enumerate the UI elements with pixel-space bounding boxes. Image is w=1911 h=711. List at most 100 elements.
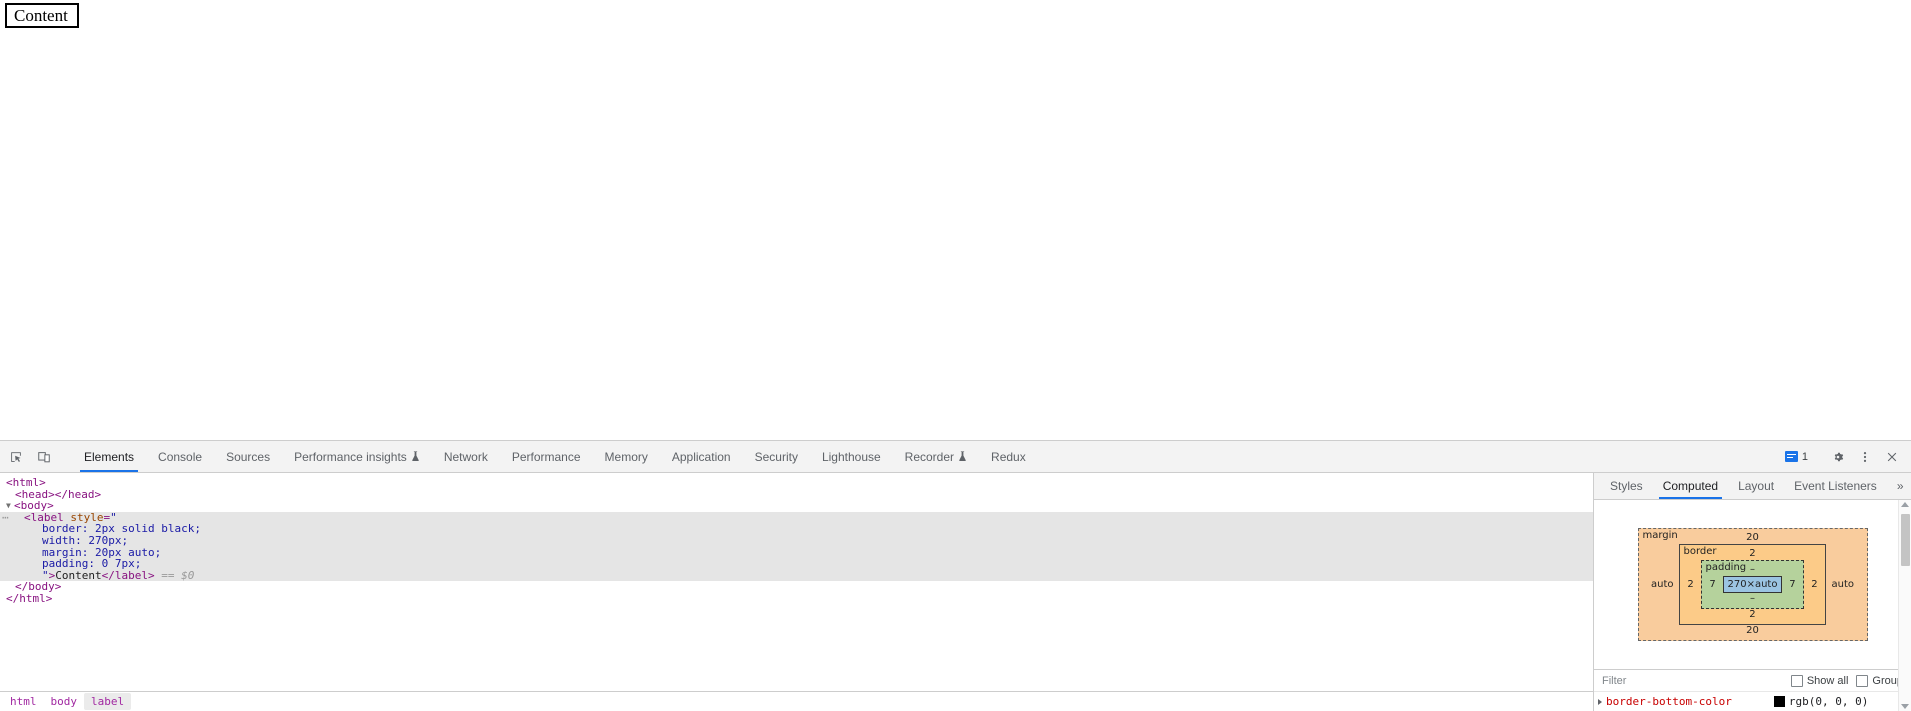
tab-security[interactable]: Security bbox=[743, 441, 810, 472]
breadcrumb-item-html[interactable]: html bbox=[3, 693, 44, 710]
computed-filter-bar: Show all Group bbox=[1594, 669, 1911, 691]
computed-property-list: border-bottom-color rgb(0, 0, 0) bbox=[1594, 691, 1911, 711]
tab-console[interactable]: Console bbox=[146, 441, 214, 472]
devtools-toolbar-right: 1 bbox=[1779, 441, 1911, 472]
sidebar-tab-event-listeners[interactable]: Event Listeners bbox=[1784, 473, 1887, 499]
tab-performance[interactable]: Performance bbox=[500, 441, 593, 472]
kebab-menu-icon[interactable] bbox=[1852, 444, 1878, 470]
computed-panel: margin 20 auto border 2 2 padding – 7 27… bbox=[1594, 500, 1911, 711]
tab-redux[interactable]: Redux bbox=[979, 441, 1038, 472]
devtools-window: Elements Console Sources Performance insigh… bbox=[0, 440, 1911, 711]
box-model-wrapper: margin 20 auto border 2 2 padding – 7 27… bbox=[1594, 500, 1911, 669]
sidebar-tab-layout[interactable]: Layout bbox=[1728, 473, 1784, 499]
tab-label: Security bbox=[754, 449, 798, 464]
tab-lighthouse[interactable]: Lighthouse bbox=[810, 441, 893, 472]
content-label[interactable]: Content bbox=[5, 3, 79, 28]
gear-icon[interactable] bbox=[1825, 444, 1851, 470]
dom-node-line[interactable]: ">Content</label> == $0 bbox=[0, 568, 1593, 582]
tab-sources[interactable]: Sources bbox=[214, 441, 282, 472]
box-model-border-label: border bbox=[1683, 546, 1717, 557]
tab-memory[interactable]: Memory bbox=[593, 441, 660, 472]
border-bottom-value[interactable]: 2 bbox=[1686, 609, 1820, 621]
dom-node-line[interactable]: margin: 20px auto; bbox=[0, 546, 1593, 559]
padding-right-value[interactable]: 7 bbox=[1787, 579, 1797, 590]
scrollbar-thumb[interactable] bbox=[1901, 514, 1910, 566]
dom-node-line[interactable]: ▼ <body> bbox=[0, 500, 1593, 512]
tab-label: Recorder bbox=[904, 449, 955, 464]
close-icon[interactable] bbox=[1879, 444, 1905, 470]
box-model-content-size[interactable]: 270×auto bbox=[1722, 576, 1783, 593]
property-name: border-bottom-color bbox=[1606, 695, 1732, 708]
inspect-cursor-icon[interactable] bbox=[3, 444, 29, 470]
box-model-margin-label: margin bbox=[1642, 530, 1678, 541]
padding-bottom-value[interactable]: – bbox=[1708, 593, 1798, 605]
tab-network[interactable]: Network bbox=[432, 441, 500, 472]
sidebar-tab-computed[interactable]: Computed bbox=[1653, 473, 1728, 499]
dom-tree[interactable]: <html> <head></head> ▼ <body> ⋯ <label style=… bbox=[0, 473, 1593, 691]
message-count-label: 1 bbox=[1801, 450, 1808, 463]
tab-recorder[interactable]: Recorder bbox=[893, 441, 979, 472]
property-value-text: rgb(0, 0, 0) bbox=[1788, 695, 1869, 708]
tab-label: Memory bbox=[604, 449, 648, 464]
devtools-body: <html> <head></head> ▼ <body> ⋯ <label style=… bbox=[0, 473, 1911, 711]
box-model-diagram[interactable]: margin 20 auto border 2 2 padding – 7 27… bbox=[1637, 528, 1868, 641]
devtools-tab-list: Elements Console Sources Performance insigh… bbox=[72, 441, 1779, 472]
breadcrumb-item-label[interactable]: label bbox=[84, 693, 132, 710]
dom-node-line[interactable]: <head></head> bbox=[0, 488, 1593, 501]
dom-node-line[interactable]: ⋯ <label style=" bbox=[0, 511, 1593, 524]
expand-triangle-icon[interactable] bbox=[1598, 698, 1602, 705]
message-icon bbox=[1784, 451, 1798, 462]
tab-label: Performance bbox=[511, 449, 581, 464]
dom-node-line[interactable]: border: 2px solid black; bbox=[0, 523, 1593, 535]
tab-label: Application bbox=[671, 449, 731, 464]
tab-label: Lighthouse bbox=[821, 449, 881, 464]
computed-property-row[interactable]: border-bottom-color rgb(0, 0, 0) bbox=[1594, 691, 1911, 711]
property-value: rgb(0, 0, 0) bbox=[1773, 695, 1869, 708]
dom-node-line[interactable]: padding: 0 7px; bbox=[0, 558, 1593, 570]
dom-node-line[interactable]: </body> bbox=[0, 581, 1593, 593]
tab-application[interactable]: Application bbox=[660, 441, 743, 472]
sidebar-tab-styles[interactable]: Styles bbox=[1600, 473, 1653, 499]
devtools-toolbar: Elements Console Sources Performance insigh… bbox=[0, 441, 1911, 473]
dom-ellipsis-badge[interactable]: ⋯ bbox=[2, 512, 9, 524]
show-all-checkbox[interactable]: Show all bbox=[1790, 674, 1849, 687]
scroll-up-arrow-icon[interactable] bbox=[1901, 502, 1909, 507]
message-count-badge[interactable]: 1 bbox=[1779, 449, 1814, 465]
dom-node-line[interactable]: </html> bbox=[0, 593, 1593, 605]
tab-label: Network bbox=[443, 449, 488, 464]
margin-left-value[interactable]: auto bbox=[1651, 579, 1674, 590]
tab-label: Console bbox=[158, 449, 203, 464]
margin-bottom-value[interactable]: 20 bbox=[1647, 625, 1859, 637]
margin-top-value[interactable]: 20 bbox=[1647, 532, 1859, 544]
breadcrumb-item-body[interactable]: body bbox=[44, 693, 85, 710]
experiment-flask-icon bbox=[958, 450, 967, 462]
border-left-value[interactable]: 2 bbox=[1686, 579, 1696, 590]
show-all-checkbox-box[interactable] bbox=[1790, 674, 1803, 687]
dom-node-line[interactable]: <html> bbox=[0, 477, 1593, 489]
tab-label: Redux bbox=[991, 449, 1026, 464]
margin-right-value[interactable]: auto bbox=[1831, 579, 1854, 590]
computed-scrollbar[interactable] bbox=[1898, 500, 1911, 711]
box-model-border[interactable]: border 2 2 padding – 7 270×auto 7 – 2 2 bbox=[1678, 544, 1827, 625]
group-checkbox[interactable]: Group bbox=[1856, 674, 1903, 687]
page-viewport: Content bbox=[0, 0, 1911, 440]
device-toolbar-icon[interactable] bbox=[31, 444, 57, 470]
dom-node-line[interactable]: width: 270px; bbox=[0, 535, 1593, 547]
tab-elements[interactable]: Elements bbox=[72, 441, 146, 472]
filter-input[interactable] bbox=[1602, 674, 1783, 687]
group-checkbox-box[interactable] bbox=[1856, 674, 1869, 687]
dom-tree-pane: <html> <head></head> ▼ <body> ⋯ <label style=… bbox=[0, 473, 1594, 711]
sidebar-tab-list: Styles Computed Layout Event Listeners» bbox=[1594, 473, 1911, 500]
styles-sidebar: Styles Computed Layout Event Listeners» mar… bbox=[1594, 473, 1911, 711]
show-all-label: Show all bbox=[1806, 674, 1849, 687]
box-model-padding[interactable]: padding – 7 270×auto 7 – bbox=[1700, 560, 1805, 609]
experiment-flask-icon bbox=[411, 450, 420, 462]
dom-node-content: ">Content</label> == $0 bbox=[42, 568, 195, 582]
box-model-margin[interactable]: margin 20 auto border 2 2 padding – 7 27… bbox=[1637, 528, 1868, 641]
padding-left-value[interactable]: 7 bbox=[1708, 579, 1718, 590]
border-right-value[interactable]: 2 bbox=[1809, 579, 1819, 590]
tab-performance-insights[interactable]: Performance insights bbox=[282, 441, 432, 472]
color-swatch[interactable] bbox=[1773, 696, 1785, 707]
sidebar-overflow-icon[interactable]: » bbox=[1887, 473, 1911, 499]
scroll-down-arrow-icon[interactable] bbox=[1901, 704, 1909, 709]
